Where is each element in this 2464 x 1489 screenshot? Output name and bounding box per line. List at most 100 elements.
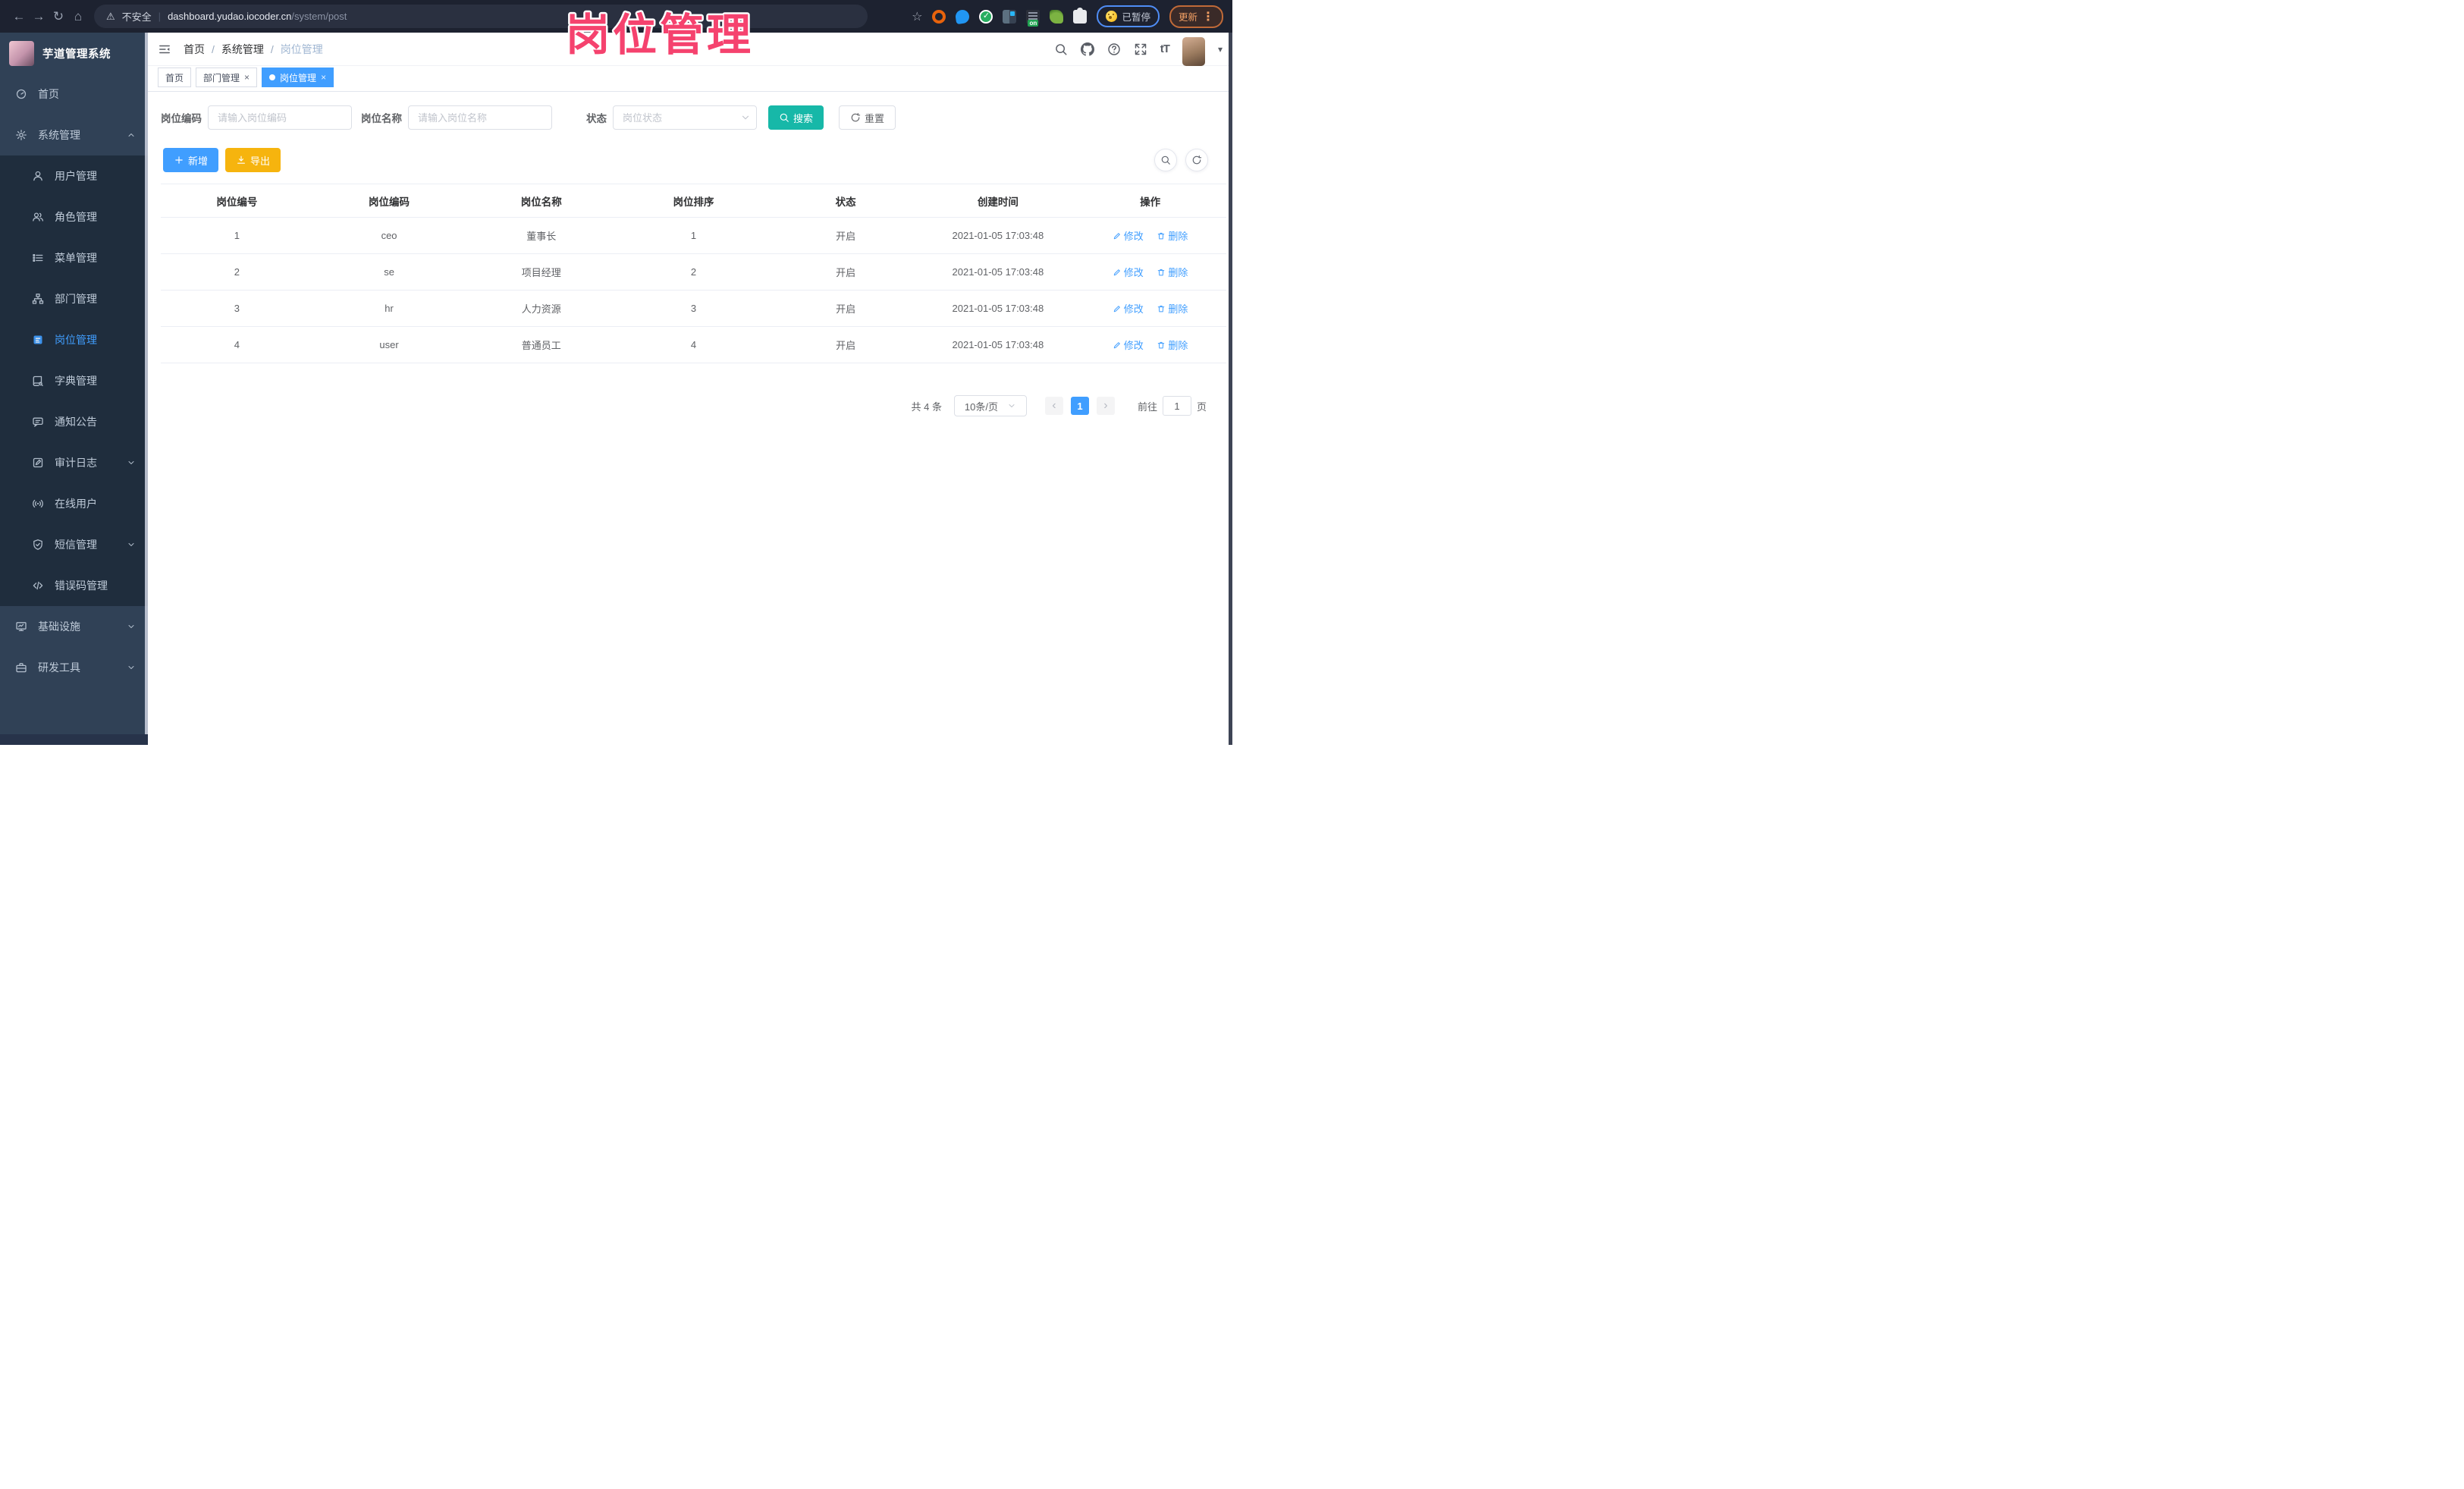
- not-secure-label[interactable]: 不安全: [122, 9, 152, 24]
- edit-label: 修改: [1123, 267, 1144, 278]
- total-count: 共 4 条: [911, 401, 942, 413]
- browser-menu-icon[interactable]: ⋮: [1202, 9, 1214, 24]
- green-check-extension-icon[interactable]: ✓: [979, 9, 993, 24]
- avatar-dropdown-caret-icon[interactable]: ▾: [1218, 44, 1223, 55]
- status-select-value[interactable]: [613, 105, 757, 130]
- tab-home[interactable]: 首页: [158, 68, 192, 87]
- delete-link[interactable]: 删除: [1157, 228, 1188, 243]
- extensions-puzzle-icon[interactable]: [1073, 7, 1088, 24]
- trash-icon: [1158, 269, 1165, 275]
- forward-icon[interactable]: →: [29, 9, 49, 24]
- switch-extension-icon[interactable]: on: [1026, 9, 1041, 27]
- sidebar-item-dev-tools[interactable]: 研发工具: [0, 647, 148, 688]
- sidebar-item-sms[interactable]: 短信管理: [0, 524, 148, 565]
- cell-actions: 修改 删除: [1074, 326, 1226, 363]
- post-code-input[interactable]: [208, 105, 352, 130]
- bookmark-star-icon[interactable]: ☆: [912, 9, 922, 24]
- delete-label: 删除: [1168, 231, 1188, 242]
- help-icon[interactable]: [1107, 42, 1121, 56]
- tab-label: 首页: [165, 72, 184, 83]
- sidebar-item-menus[interactable]: 菜单管理: [0, 237, 148, 278]
- sidebar-item-audit-log[interactable]: 审计日志: [0, 442, 148, 483]
- cell-id: 2: [161, 253, 313, 291]
- user-avatar[interactable]: [1182, 36, 1205, 66]
- sidebar-item-users[interactable]: 用户管理: [0, 155, 148, 196]
- cell-status: 开启: [769, 217, 922, 254]
- page-size-select[interactable]: 10条/页: [953, 395, 1027, 416]
- table-row: 2 se 项目经理 2 开启 2021-01-05 17:03:48 修改 删除: [161, 253, 1226, 291]
- collapse-sidebar-icon[interactable]: [158, 42, 171, 56]
- url-text[interactable]: dashboard.yudao.iocoder.cn/system/post: [168, 11, 347, 22]
- refresh-table-button[interactable]: [1185, 149, 1208, 171]
- dictionary-icon: [33, 375, 43, 387]
- back-icon[interactable]: ←: [9, 9, 29, 24]
- sidebar-item-system[interactable]: 系统管理: [0, 115, 148, 155]
- refresh-icon: [1192, 155, 1202, 165]
- export-button[interactable]: 导出: [225, 148, 281, 172]
- next-page-button[interactable]: ›: [1096, 397, 1115, 415]
- url-divider: |: [158, 11, 162, 22]
- show-search-button[interactable]: [1154, 149, 1177, 171]
- sidebar-item-departments[interactable]: 部门管理: [0, 278, 148, 319]
- breadcrumb-home[interactable]: 首页: [184, 42, 205, 57]
- delete-label: 删除: [1168, 303, 1188, 315]
- not-secure-warning-icon: ⚠: [106, 10, 115, 22]
- tab-label: 部门管理: [203, 72, 240, 83]
- github-icon[interactable]: [1080, 42, 1094, 56]
- edit-link[interactable]: 修改: [1113, 265, 1144, 279]
- edit-link[interactable]: 修改: [1113, 301, 1144, 316]
- home-icon[interactable]: ⌂: [68, 9, 88, 24]
- status-label: 状态: [586, 113, 607, 124]
- delete-link[interactable]: 删除: [1157, 265, 1188, 279]
- font-size-icon[interactable]: tT: [1160, 42, 1170, 55]
- sidebar-item-infrastructure[interactable]: 基础设施: [0, 606, 148, 647]
- search-button[interactable]: 搜索: [768, 105, 824, 130]
- table-row: 1 ceo 董事长 1 开启 2021-01-05 17:03:48 修改 删除: [161, 217, 1226, 254]
- sidebar-item-error-codes[interactable]: 错误码管理: [0, 565, 148, 606]
- add-button-label: 新增: [188, 155, 209, 167]
- window-scrollbar[interactable]: [1229, 33, 1232, 745]
- blue-drop-extension-icon[interactable]: [955, 8, 971, 24]
- delete-link[interactable]: 删除: [1157, 301, 1188, 316]
- sidebar-item-home[interactable]: 首页: [0, 74, 148, 115]
- tab-departments[interactable]: 部门管理 ×: [196, 68, 258, 87]
- close-icon[interactable]: ×: [321, 72, 326, 83]
- delete-link[interactable]: 删除: [1157, 338, 1188, 352]
- address-bar[interactable]: ⚠ 不安全 | dashboard.yudao.iocoder.cn/syste…: [94, 5, 868, 28]
- sidebar-item-notices[interactable]: 通知公告: [0, 401, 148, 442]
- search-icon: [1161, 155, 1170, 165]
- app-logo[interactable]: 芋道管理系统: [0, 33, 148, 74]
- online-users-icon: [33, 499, 43, 508]
- status-select[interactable]: [613, 105, 757, 130]
- edit-link[interactable]: 修改: [1113, 338, 1144, 352]
- sidebar-item-online-users[interactable]: 在线用户: [0, 483, 148, 524]
- post-name-input[interactable]: [408, 105, 552, 130]
- col-actions: 操作: [1074, 184, 1226, 218]
- reload-icon[interactable]: ↻: [49, 9, 68, 24]
- plus-icon: [175, 156, 183, 164]
- search-icon[interactable]: [1054, 42, 1068, 56]
- grid-extension-icon[interactable]: [1003, 9, 1017, 24]
- breadcrumb-system[interactable]: 系统管理: [221, 42, 264, 57]
- close-icon[interactable]: ×: [244, 72, 250, 83]
- tab-posts[interactable]: 岗位管理 ×: [262, 68, 334, 87]
- col-post-id: 岗位编号: [161, 184, 313, 218]
- update-button[interactable]: 更新 ⋮: [1169, 5, 1223, 28]
- goto-page-input[interactable]: [1162, 396, 1191, 416]
- sidebar-item-dictionary[interactable]: 字典管理: [0, 360, 148, 401]
- reset-button[interactable]: 重置: [839, 105, 896, 130]
- sprout-extension-icon[interactable]: [1050, 9, 1064, 24]
- edit-link[interactable]: 修改: [1113, 228, 1144, 243]
- orange-ring-extension-icon[interactable]: [932, 9, 946, 24]
- announcement-icon: [33, 417, 43, 427]
- sidebar-item-roles[interactable]: 角色管理: [0, 196, 148, 237]
- fullscreen-icon[interactable]: [1134, 42, 1147, 56]
- breadcrumb: 首页 / 系统管理 / 岗位管理: [184, 42, 323, 57]
- app-title: 芋道管理系统: [42, 48, 111, 61]
- profile-paused-chip[interactable]: 已暂停: [1097, 5, 1160, 27]
- sidebar-item-posts[interactable]: 岗位管理: [0, 319, 148, 360]
- prev-page-button[interactable]: ‹: [1044, 397, 1063, 415]
- cell-actions: 修改 删除: [1074, 253, 1226, 291]
- current-page[interactable]: 1: [1070, 397, 1089, 415]
- add-button[interactable]: 新增: [163, 148, 219, 172]
